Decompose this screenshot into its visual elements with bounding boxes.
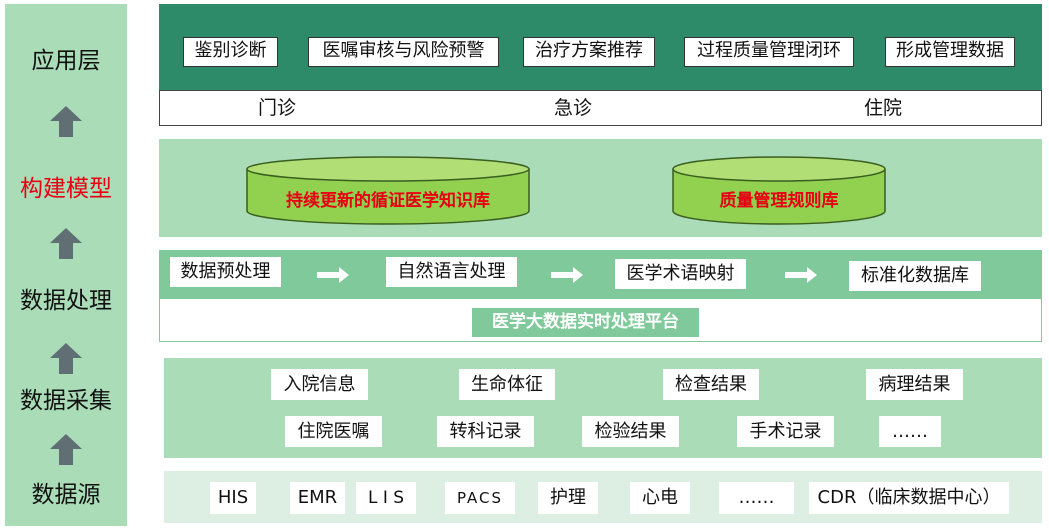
collect-item-box: 病理结果 (866, 369, 963, 400)
source-item-box: EMR (290, 482, 345, 514)
source-item-box: PACS (445, 482, 515, 514)
up-arrow-icon (50, 106, 82, 137)
function-box: 鉴别诊断 (183, 37, 278, 67)
process-step-box: 数据预处理 (170, 257, 281, 287)
collection-panel: 入院信息 生命体征 检查结果 病理结果 住院医嘱 转科记录 检验结果 手术记录 … (164, 358, 1042, 458)
source-item-box: 心电 (630, 482, 690, 514)
right-arrow-icon (551, 267, 583, 283)
layer-label-model: 构建模型 (20, 176, 112, 202)
right-arrow-icon (785, 267, 817, 283)
rule-base-label: 质量管理规则库 (719, 191, 839, 211)
up-arrow-icon (50, 434, 82, 465)
collect-item-box: 住院医嘱 (285, 416, 382, 447)
platform-bar: 医学大数据实时处理平台 (159, 298, 1042, 342)
function-box: 医嘱审核与风险预警 (308, 37, 499, 67)
function-box: 形成管理数据 (885, 37, 1015, 67)
model-panel: 持续更新的循证医学知识库 质量管理规则库 (159, 139, 1042, 237)
up-arrow-icon (50, 343, 82, 374)
application-functions-panel: 鉴别诊断 医嘱审核与风险预警 治疗方案推荐 过程质量管理闭环 形成管理数据 (159, 4, 1042, 90)
collect-item-box: 检验结果 (582, 416, 679, 447)
collect-item-box: 手术记录 (737, 416, 834, 447)
collect-item-box: …… (879, 416, 941, 447)
source-item-box: 护理 (538, 482, 598, 514)
processing-steps-panel: 数据预处理 自然语言处理 医学术语映射 标准化数据库 (159, 250, 1042, 298)
platform-label: 医学大数据实时处理平台 (472, 308, 699, 337)
knowledge-base-label: 持续更新的循证医学知识库 (286, 191, 490, 211)
source-item-box: HIS (210, 482, 256, 514)
department-label: 门诊 (258, 97, 297, 119)
source-item-box: CDR（临床数据中心） (809, 482, 1009, 514)
source-item-box: …… (719, 482, 794, 514)
collect-item-box: 转科记录 (437, 416, 534, 447)
up-arrow-icon (50, 228, 82, 259)
process-step-box: 医学术语映射 (615, 259, 746, 289)
function-box: 过程质量管理闭环 (684, 37, 854, 67)
collect-item-box: 生命体征 (459, 369, 555, 400)
process-step-box: 标准化数据库 (849, 261, 981, 291)
department-bar: 门诊 急诊 住院 (159, 90, 1042, 126)
data-source-panel: HIS EMR L I S PACS 护理 心电 …… CDR（临床数据中心） (164, 471, 1042, 523)
layer-column: 应用层 构建模型 数据处理 数据采集 数据源 (5, 4, 127, 526)
layer-label-process: 数据处理 (20, 288, 112, 314)
department-label: 住院 (864, 97, 903, 119)
layer-label-collect: 数据采集 (20, 388, 112, 414)
function-box: 治疗方案推荐 (523, 37, 655, 67)
layer-label-source: 数据源 (31, 482, 101, 508)
layer-label-app: 应用层 (31, 48, 101, 74)
department-label: 急诊 (554, 97, 593, 119)
collect-item-box: 检查结果 (663, 369, 759, 400)
collect-item-box: 入院信息 (271, 369, 368, 400)
right-arrow-icon (317, 267, 349, 283)
process-step-box: 自然语言处理 (386, 257, 517, 287)
source-item-box: L I S (356, 482, 416, 514)
